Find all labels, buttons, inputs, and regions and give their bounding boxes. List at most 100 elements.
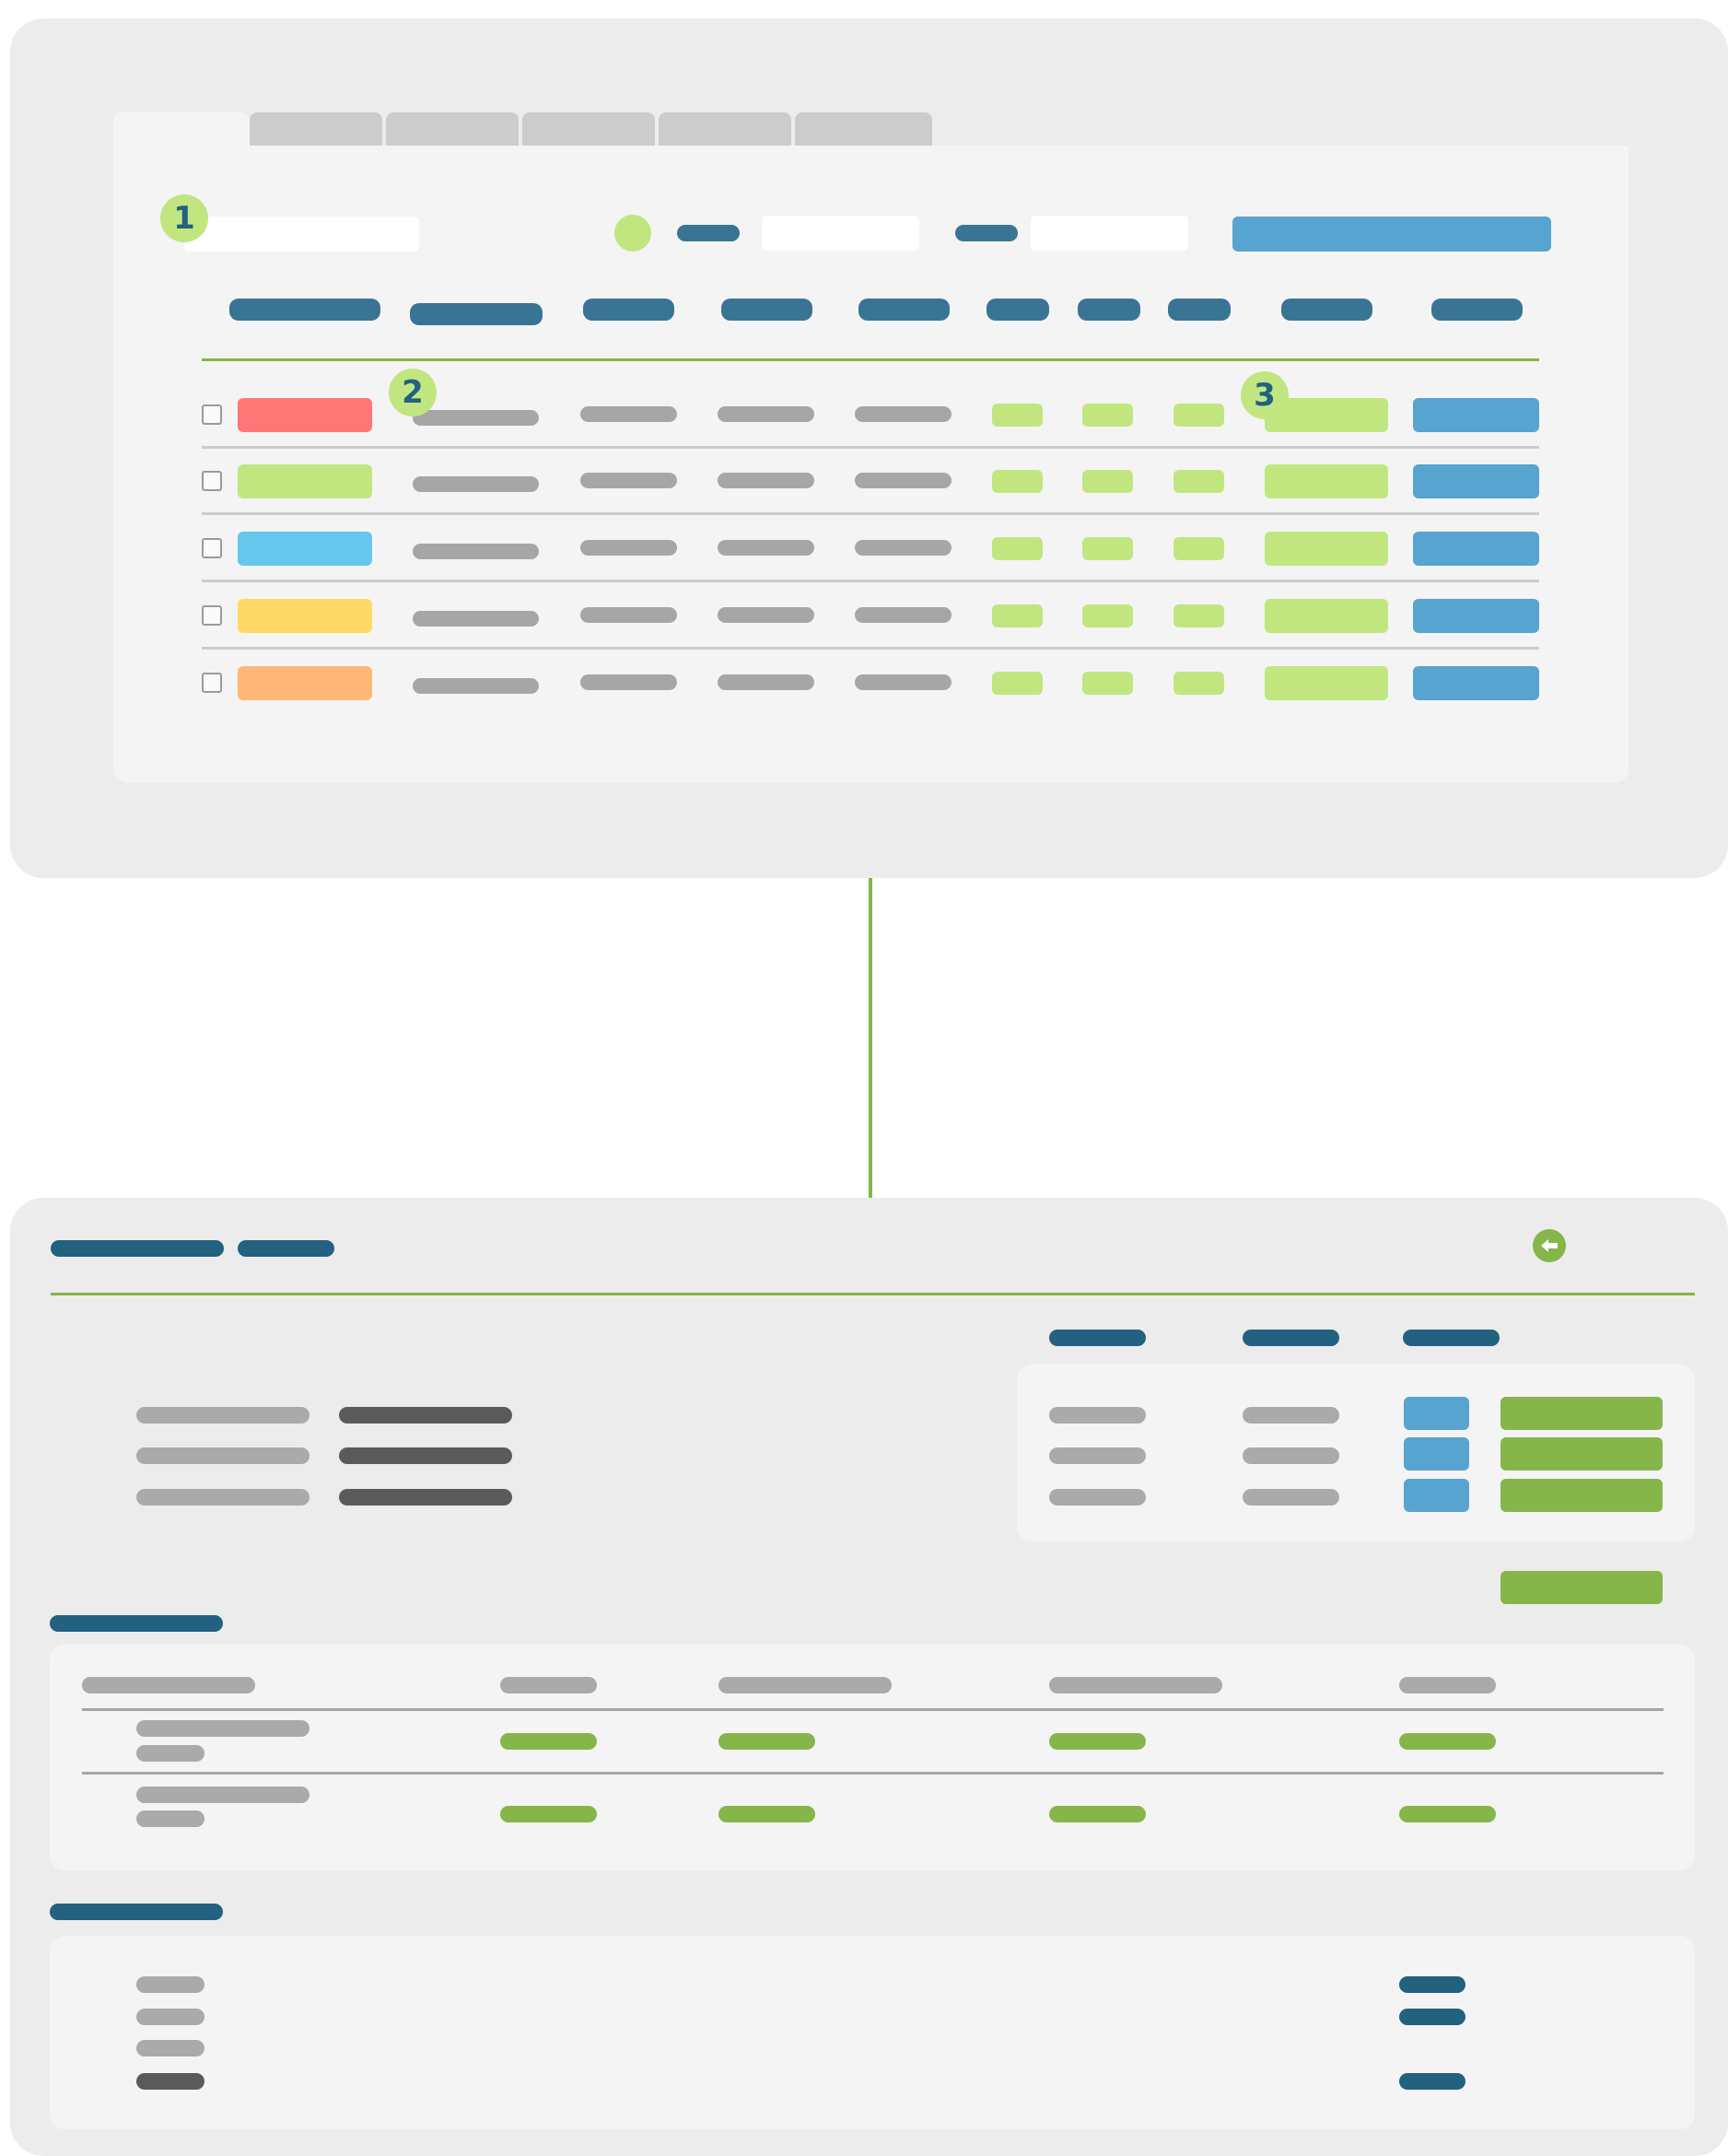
row-checkbox[interactable] [202,605,222,626]
row-value-chip [1082,470,1133,493]
info-value [339,1489,512,1506]
status-dot [614,215,651,252]
mini-green-button[interactable] [1500,1437,1663,1471]
row-text-cell [718,473,814,488]
row-status-tag [238,666,372,700]
tab-2[interactable] [250,112,382,147]
row-blue-button[interactable] [1413,398,1539,432]
row-green-button[interactable] [1265,464,1388,498]
table-row-label [136,1720,309,1737]
mini-green-button[interactable] [1500,1397,1663,1430]
detail-title [51,1240,224,1257]
row-text-cell [413,544,539,559]
mini-blue-button[interactable] [1404,1479,1469,1512]
summary-label [136,1976,204,1993]
filter-label-2 [955,225,1018,241]
row-text-cell [413,611,539,627]
primary-action-button[interactable] [1232,217,1551,252]
column-header-4 [721,299,812,321]
row-green-button[interactable] [1265,599,1388,633]
add-button[interactable] [1500,1571,1663,1604]
row-status-tag [238,398,372,432]
connector-line [869,878,872,1199]
table-divider [82,1772,1664,1775]
header-divider [202,358,1539,361]
row-value-chip [1082,404,1133,427]
row-status-tag [238,464,372,498]
row-status-tag [238,532,372,566]
row-text-cell [718,674,814,690]
row-text-cell [580,540,677,556]
row-divider [202,512,1539,515]
row-blue-button[interactable] [1413,599,1539,633]
row-text-cell [580,607,677,623]
column-header-7 [1078,299,1140,321]
mini-blue-button[interactable] [1404,1397,1469,1430]
row-text-cell [718,406,814,422]
row-blue-button[interactable] [1413,532,1539,566]
column-header-8 [1168,299,1231,321]
arrow-left-circle-icon[interactable] [1533,1229,1566,1262]
column-header-3 [583,299,674,321]
info-label [136,1447,309,1464]
summary-total-label [136,2073,204,2090]
mini-cell [1243,1489,1339,1506]
filter-input-1[interactable] [762,216,919,251]
table-divider [82,1708,1664,1711]
row-text-cell [718,540,814,556]
mini-blue-button[interactable] [1404,1437,1469,1471]
row-green-button[interactable] [1265,532,1388,566]
tab-3[interactable] [386,112,519,147]
mini-cell [1243,1447,1339,1464]
table-cell [718,1806,815,1822]
summary-total-value [1399,2073,1465,2090]
row-checkbox[interactable] [202,471,222,491]
row-text-cell [718,607,814,623]
filter-label-1 [677,225,740,241]
row-value-chip [1173,404,1224,427]
summary-label [136,2009,204,2025]
table-cell [500,1733,597,1750]
section-heading-1 [50,1615,223,1632]
row-value-chip [992,672,1043,695]
row-blue-button[interactable] [1413,464,1539,498]
row-text-cell [580,473,677,488]
row-text-cell [855,607,952,623]
row-checkbox[interactable] [202,673,222,693]
row-value-chip [1173,537,1224,560]
row-text-cell [855,674,952,690]
table-cell [1049,1806,1146,1822]
row-text-cell [855,473,952,488]
table-row-sublabel [136,1745,204,1762]
row-value-chip [992,470,1043,493]
summary-value [1399,1976,1465,1993]
table-row-sublabel [136,1810,204,1827]
mini-cell [1049,1489,1146,1506]
search-input[interactable] [184,217,419,252]
table-header-5 [1399,1677,1496,1693]
row-text-cell [855,406,952,422]
table-header-1 [82,1677,255,1693]
filter-input-2[interactable] [1031,216,1188,251]
tab-6[interactable] [795,112,932,147]
mini-green-button[interactable] [1500,1479,1663,1512]
row-green-button[interactable] [1265,666,1388,700]
row-text-cell [580,674,677,690]
table-row-label [136,1787,309,1803]
tab-5[interactable] [659,112,791,147]
row-divider [202,580,1539,582]
row-status-tag [238,599,372,633]
row-text-cell [413,410,539,426]
detail-subtitle [238,1240,334,1257]
row-checkbox[interactable] [202,538,222,558]
row-blue-button[interactable] [1413,666,1539,700]
table-cell [1399,1806,1496,1822]
row-value-chip [1082,604,1133,627]
row-checkbox[interactable] [202,404,222,425]
column-header-10 [1431,299,1523,321]
row-value-chip [1173,672,1224,695]
tab-4[interactable] [522,112,655,147]
summary-value [1399,2009,1465,2025]
table-cell [1049,1733,1146,1750]
detail-title-divider [51,1293,1695,1295]
